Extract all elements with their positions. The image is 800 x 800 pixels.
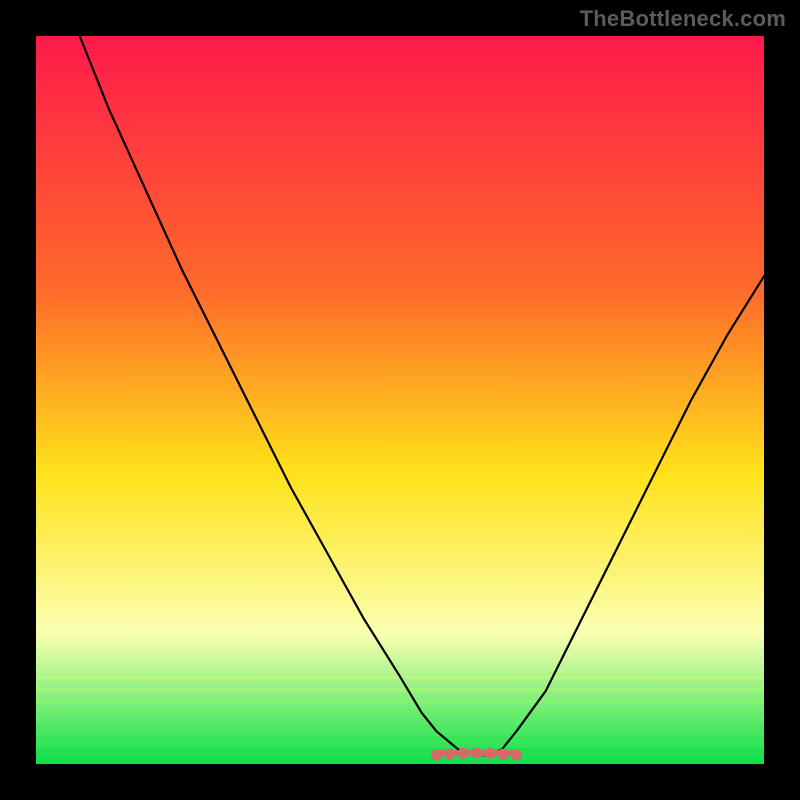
watermark-text: TheBottleneck.com: [580, 6, 786, 32]
plot-svg: [36, 36, 764, 764]
gradient-background: [36, 36, 764, 764]
plot-area: [36, 36, 764, 764]
chart-frame: TheBottleneck.com: [0, 0, 800, 800]
